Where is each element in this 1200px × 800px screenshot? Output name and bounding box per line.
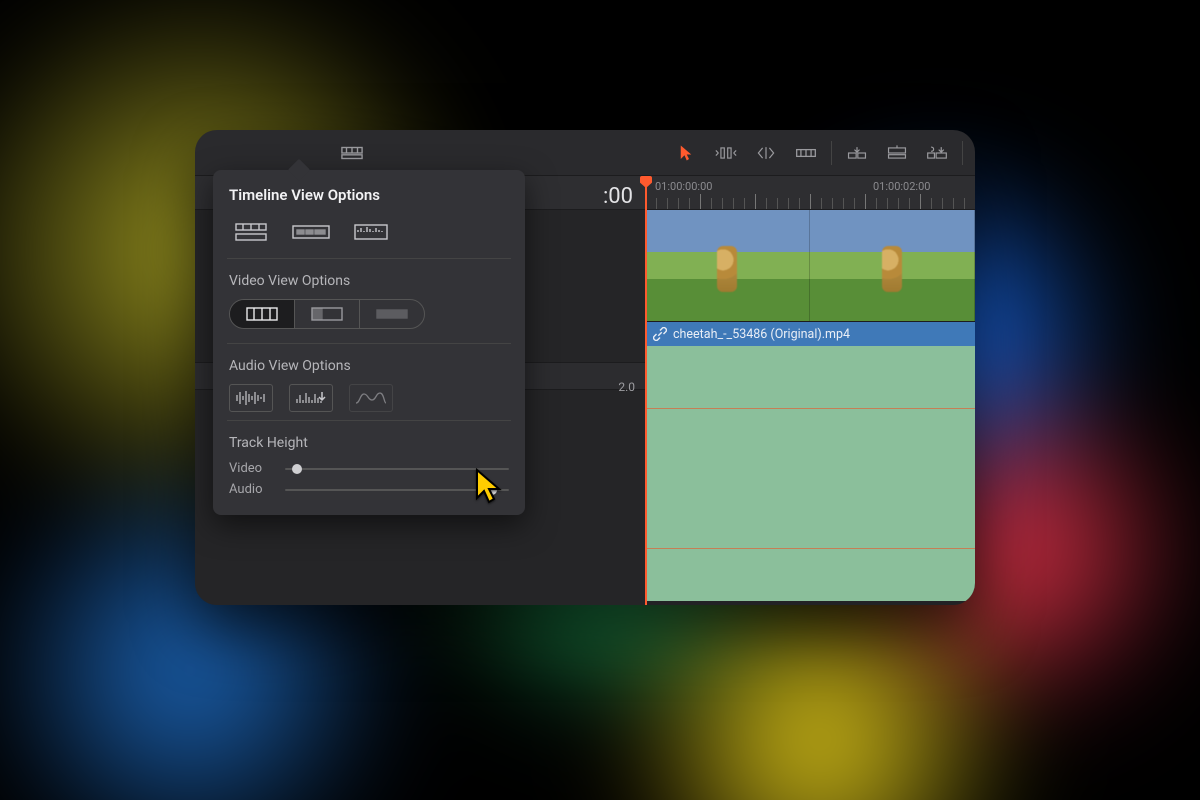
- popover-title: Timeline View Options: [229, 186, 509, 204]
- thumbnail-icon: [311, 307, 343, 321]
- replace-clip-button[interactable]: [922, 140, 952, 166]
- timeline-view-options-popover: Timeline View Options Video View Options: [213, 170, 525, 515]
- audio-view-row: [229, 384, 509, 412]
- timeline-view-mode-row: [229, 218, 509, 246]
- plain-icon: [376, 307, 408, 321]
- clip-thumbnail: [810, 210, 975, 321]
- timeline-options-icon: [341, 144, 363, 162]
- video-view-filmstrip[interactable]: [230, 300, 295, 328]
- clip-filename: cheetah_-_53486 (Original).mp4: [673, 327, 850, 342]
- filmstrip-icon: [246, 307, 278, 321]
- ripple-overwrite-icon: [926, 144, 948, 162]
- trim-tool-button[interactable]: [711, 140, 741, 166]
- audio-height-slider[interactable]: [285, 483, 509, 497]
- video-height-slider-row: Video: [229, 461, 509, 476]
- fit-to-fill-icon: [886, 144, 908, 162]
- audio-level-line: [645, 548, 975, 549]
- audio-track-clip[interactable]: [645, 346, 975, 601]
- insert-icon: [755, 144, 777, 162]
- blade-icon: [715, 144, 737, 162]
- full-waveform-icon: [234, 389, 268, 407]
- subtitle-tracks-icon: [292, 222, 330, 242]
- toolbar-separator: [831, 141, 832, 165]
- insert-clip-button[interactable]: [842, 140, 872, 166]
- audio-waveforms-icon: [354, 222, 388, 242]
- waveform-bounded-icon: [294, 389, 328, 407]
- audio-view-outline-waveform[interactable]: [349, 384, 393, 412]
- timeline-tracks: cheetah_-_53486 (Original).mp4: [645, 210, 975, 601]
- toolbar-separator: [962, 141, 963, 165]
- timeline-area[interactable]: 01:00:00:00 01:00:02:00 cheetah_-_53486 …: [645, 176, 975, 605]
- audio-height-slider-row: Audio: [229, 482, 509, 497]
- timeline-ruler[interactable]: 01:00:00:00 01:00:02:00: [645, 176, 975, 210]
- audio-waveforms-option[interactable]: [349, 218, 393, 246]
- video-view-thumbnail[interactable]: [295, 300, 360, 328]
- video-slider-label: Video: [229, 461, 273, 476]
- waveform-outline-icon: [354, 389, 388, 407]
- timecode-display: :00: [603, 184, 633, 209]
- audio-slider-label: Audio: [229, 482, 273, 497]
- link-icon: [653, 327, 667, 341]
- video-view-options-label: Video View Options: [229, 273, 509, 289]
- video-height-slider[interactable]: [285, 462, 509, 476]
- stacked-timelines-icon: [234, 222, 268, 242]
- ruler-label-1: 01:00:02:00: [873, 180, 930, 193]
- clip-thumbnail: [645, 210, 810, 321]
- replace-icon: [846, 144, 868, 162]
- dynamic-trim-button[interactable]: [751, 140, 781, 166]
- overwrite-icon: [795, 144, 817, 162]
- timeline-view-options-button[interactable]: [337, 140, 367, 166]
- overwrite-clip-button[interactable]: [882, 140, 912, 166]
- track-header-column: :00 2.0 Timeline View Options: [195, 176, 645, 605]
- audio-level-line: [645, 408, 975, 409]
- blade-tool-button[interactable]: [791, 140, 821, 166]
- gain-value: 2.0: [618, 380, 635, 394]
- selection-tool-button[interactable]: [671, 140, 701, 166]
- clip-label-bar[interactable]: cheetah_-_53486 (Original).mp4: [645, 322, 975, 346]
- audio-view-bounded-waveform[interactable]: [289, 384, 333, 412]
- editor-window: :00 2.0 Timeline View Options: [195, 130, 975, 605]
- subtitle-tracks-option[interactable]: [289, 218, 333, 246]
- playhead[interactable]: [645, 176, 647, 605]
- track-height-label: Track Height: [229, 435, 509, 451]
- video-view-plain[interactable]: [360, 300, 424, 328]
- audio-view-options-label: Audio View Options: [229, 358, 509, 374]
- video-view-segmented: [229, 299, 425, 329]
- ruler-label-0: 01:00:00:00: [655, 180, 712, 193]
- stacked-timelines-option[interactable]: [229, 218, 273, 246]
- video-track-clip[interactable]: [645, 210, 975, 322]
- pointer-icon: [675, 144, 697, 162]
- audio-view-full-waveform[interactable]: [229, 384, 273, 412]
